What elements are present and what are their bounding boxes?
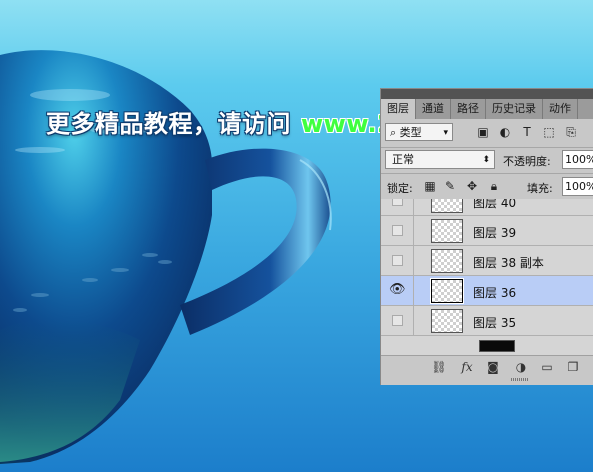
visibility-toggle[interactable]: 👁︎ [381, 276, 414, 305]
new-layer-icon[interactable]: ❐ [565, 359, 581, 375]
type-filter-icon[interactable]: T [519, 124, 535, 140]
adjustment-layer-icon[interactable]: ◑ [513, 359, 529, 375]
layer-thumbnail [431, 199, 463, 213]
layer-name[interactable]: 图层 40 [473, 199, 516, 211]
visibility-toggle[interactable] [381, 216, 414, 245]
smart-object-filter-icon[interactable]: ⎘ [563, 124, 579, 140]
lock-all-icon[interactable]: 🔒︎ [487, 179, 501, 193]
panel-tabs: 图层 通道 路径 历史记录 动作 [381, 99, 593, 119]
lock-transparency-icon[interactable]: ▦ [423, 179, 437, 193]
adjustment-filter-icon[interactable]: ◐ [497, 124, 513, 140]
layer-row[interactable]: 图层 38 副本 [381, 246, 593, 276]
blend-row: 正常 ⬍ 不透明度: 100% [381, 149, 593, 171]
visibility-toggle[interactable] [381, 306, 414, 335]
layer-thumbnail [431, 249, 463, 273]
resize-grip[interactable] [511, 378, 529, 381]
lock-row: 锁定: ▦ ✎ ✥ 🔒︎ 填充: 100% [381, 175, 593, 197]
tab-paths[interactable]: 路径 [451, 99, 486, 119]
lock-pixels-icon[interactable]: ✎ [443, 179, 457, 193]
layer-name[interactable]: 图层 38 副本 [473, 254, 544, 271]
image-filter-icon[interactable]: ▣ [475, 124, 491, 140]
layer-name[interactable]: 图层 36 [473, 284, 516, 301]
layer-row[interactable]: 图层 35 [381, 306, 593, 336]
add-mask-icon[interactable]: ◙ [485, 359, 501, 375]
visibility-toggle[interactable] [381, 246, 414, 275]
layer-row-partial[interactable] [381, 336, 593, 352]
opacity-field[interactable]: 100% [562, 150, 593, 169]
lock-position-icon[interactable]: ✥ [465, 179, 479, 193]
layer-name[interactable]: 图层 39 [473, 224, 516, 241]
tab-actions[interactable]: 动作 [543, 99, 578, 119]
link-layers-icon[interactable]: ⛓ [431, 359, 447, 375]
layer-row[interactable]: 图层 39 [381, 216, 593, 246]
tab-channels[interactable]: 通道 [416, 99, 451, 119]
fill-label: 填充: [527, 182, 553, 195]
panel-titlebar[interactable] [381, 89, 593, 99]
lock-label: 锁定: [387, 182, 413, 195]
layer-thumbnail [431, 219, 463, 243]
layers-panel: 图层 通道 路径 历史记录 动作 ⌕ 类型 ▾ ▣ ◐ T ⬚ ⎘ 正常 ⬍ 不… [380, 88, 593, 385]
divider [381, 147, 593, 148]
opacity-label: 不透明度: [503, 155, 551, 168]
blend-mode-select[interactable]: 正常 ⬍ [385, 150, 495, 169]
filter-value: 类型 [399, 126, 422, 139]
search-icon: ⌕ [390, 126, 397, 139]
tab-layers[interactable]: 图层 [381, 99, 416, 119]
layer-filter-select[interactable]: ⌕ 类型 ▾ [385, 123, 453, 141]
layer-row-selected[interactable]: 👁︎ 图层 36 [381, 276, 593, 306]
tab-history[interactable]: 历史记录 [486, 99, 543, 119]
layer-thumbnail [430, 278, 464, 304]
divider [381, 173, 593, 174]
fx-icon[interactable]: fx [459, 359, 475, 375]
hidden-checkbox-icon [392, 315, 403, 326]
layer-thumbnail [431, 309, 463, 333]
layer-list: 图层 40 图层 39 图层 38 副本 👁︎ 图层 36 图层 35 [381, 199, 593, 355]
layer-name[interactable]: 图层 35 [473, 314, 516, 331]
chevron-down-icon: ▾ [443, 128, 448, 138]
hidden-checkbox-icon [392, 225, 403, 236]
watermark-text: 更多精品教程，请访问 [46, 110, 291, 138]
new-group-icon[interactable]: ▭ [539, 359, 555, 375]
filter-row: ⌕ 类型 ▾ ▣ ◐ T ⬚ ⎘ [381, 120, 593, 146]
layer-row[interactable]: 图层 40 [381, 199, 593, 216]
hidden-checkbox-icon [392, 255, 403, 266]
visibility-toggle[interactable] [381, 199, 414, 215]
eye-icon: 👁︎ [389, 282, 406, 297]
blend-mode-value: 正常 [392, 153, 414, 166]
shape-filter-icon[interactable]: ⬚ [541, 124, 557, 140]
panel-footer: ⛓ fx ◙ ◑ ▭ ❐ [381, 355, 593, 378]
hidden-checkbox-icon [392, 199, 403, 206]
chevron-updown-icon: ⬍ [482, 155, 490, 165]
layer-mask-thumbnail [479, 340, 515, 352]
fill-field[interactable]: 100% [562, 177, 593, 196]
